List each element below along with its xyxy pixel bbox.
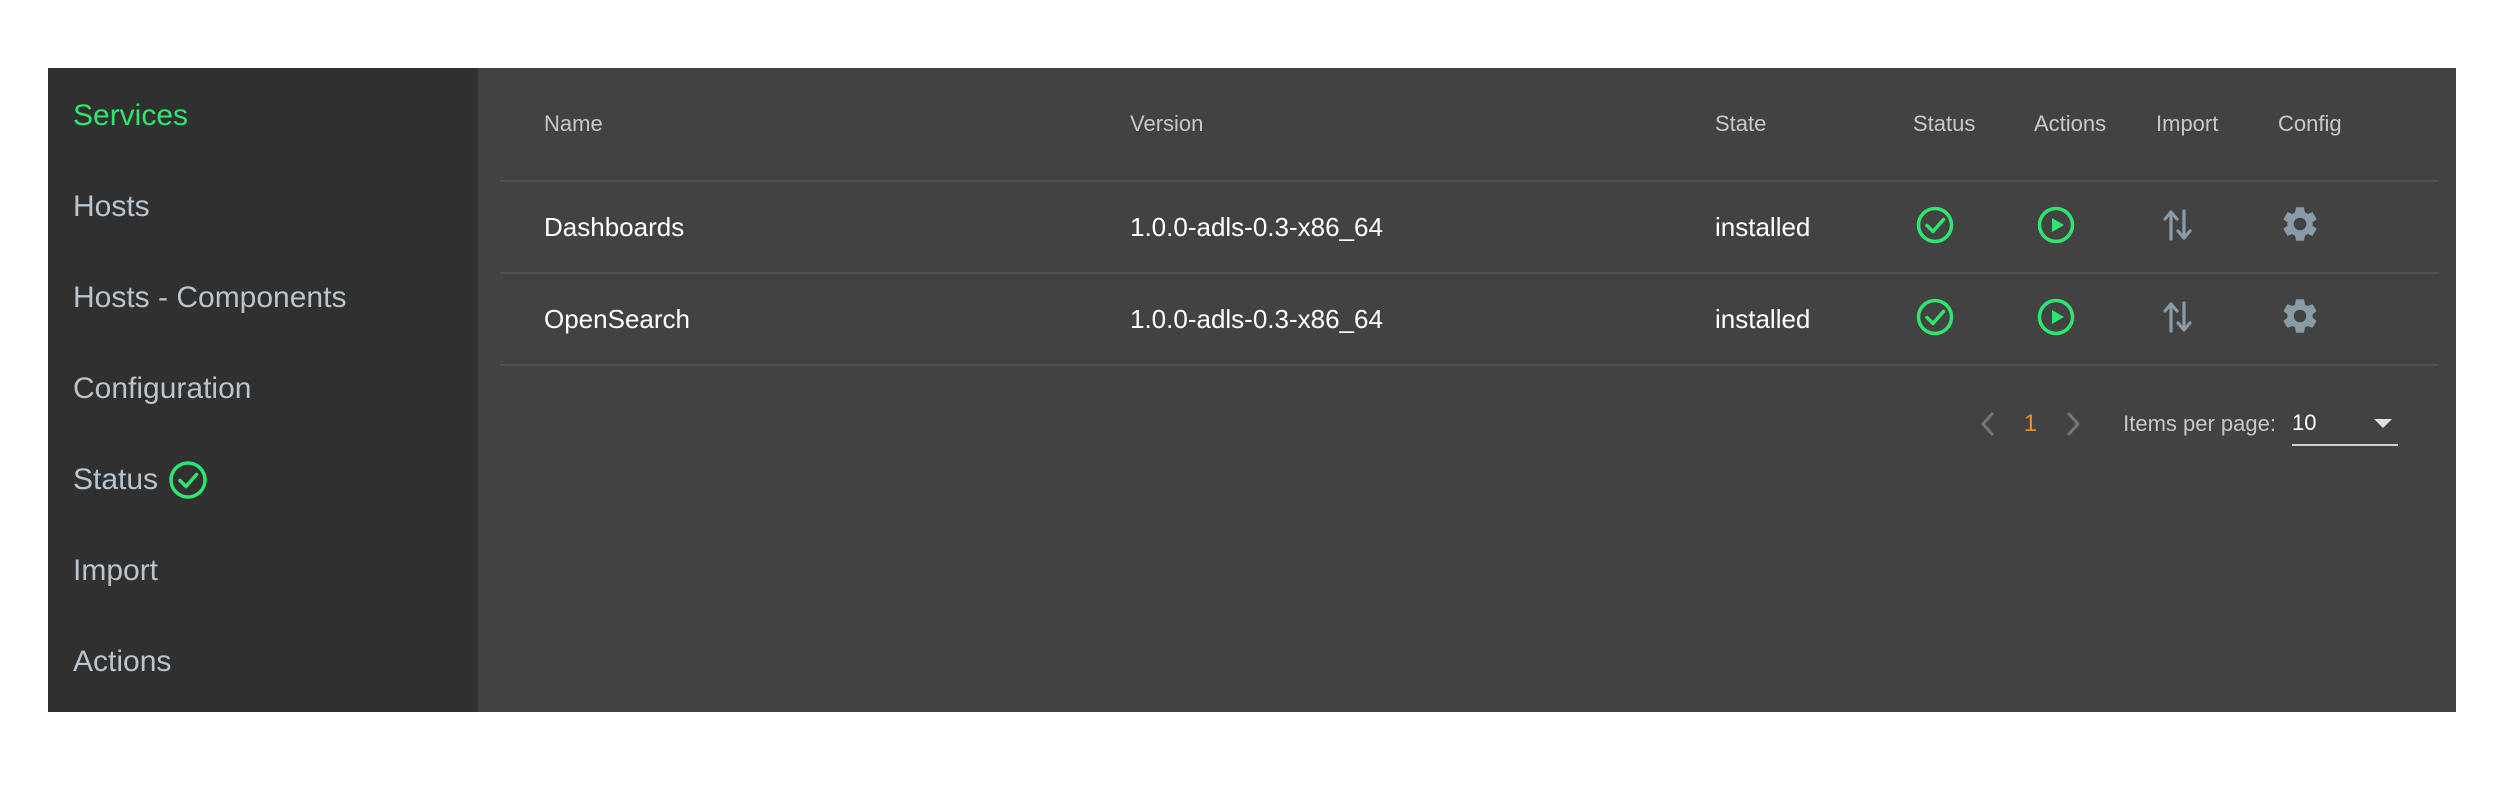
sidebar: Services Hosts Hosts - Components Config… [48,68,478,712]
status-cell [1913,273,2034,366]
services-panel: Name Version State Status Actions Import… [478,68,2456,712]
config-cell [2278,273,2438,366]
check-circle-icon [168,460,208,500]
column-header-version[interactable]: Version [1130,68,1715,182]
service-name: Dashboards [500,181,1130,274]
status-cell [1913,181,2034,274]
column-header-status: Status [1913,68,2034,182]
previous-page-button[interactable] [1966,402,2010,446]
play-circle-icon[interactable] [2034,203,2078,247]
dropdown-caret-icon [2374,418,2392,428]
table-header-row: Name Version State Status Actions Import… [500,68,2438,182]
sidebar-item-configuration[interactable]: Configuration [48,343,478,434]
sidebar-item-actions[interactable]: Actions [48,616,478,707]
sidebar-item-label: Hosts - Components [73,280,347,314]
table-row: Dashboards 1.0.0-adls-0.3-x86_64 install… [500,181,2438,274]
actions-cell [2034,273,2156,366]
services-table: Name Version State Status Actions Import… [500,68,2438,366]
sidebar-item-hosts[interactable]: Hosts [48,161,478,252]
sidebar-item-label: Status [73,462,159,496]
status-ok-icon[interactable] [1913,203,1957,247]
current-page-number[interactable]: 1 [2024,410,2037,438]
column-header-name[interactable]: Name [500,68,1130,182]
sidebar-item-hosts-components[interactable]: Hosts - Components [48,252,478,343]
app-window: Services Hosts Hosts - Components Config… [48,68,2456,712]
service-version: 1.0.0-adls-0.3-x86_64 [1130,181,1715,274]
service-state: installed [1715,273,1913,366]
column-header-config: Config [2278,68,2438,182]
sidebar-item-services[interactable]: Services [48,70,478,161]
column-header-state[interactable]: State [1715,68,1913,182]
status-ok-icon[interactable] [1913,295,1957,339]
items-per-page-label: Items per page: [2123,411,2276,436]
service-version: 1.0.0-adls-0.3-x86_64 [1130,273,1715,366]
import-cell [2156,181,2278,274]
paginator: 1 Items per page: 10 [1966,398,2398,450]
sidebar-item-label: Services [73,98,189,132]
import-cell [2156,273,2278,366]
column-header-import: Import [2156,68,2278,182]
sidebar-item-label: Hosts [73,189,150,223]
service-name: OpenSearch [500,273,1130,366]
import-arrows-icon[interactable] [2156,295,2200,339]
items-per-page-select[interactable]: 10 [2292,402,2398,446]
sidebar-item-label: Configuration [73,371,252,405]
table-row: OpenSearch 1.0.0-adls-0.3-x86_64 install… [500,273,2438,366]
column-header-actions: Actions [2034,68,2156,182]
service-state: installed [1715,181,1913,274]
actions-cell [2034,181,2156,274]
gear-icon[interactable] [2278,202,2322,246]
chevron-right-icon [2067,412,2080,436]
sidebar-item-label: Import [73,553,159,587]
chevron-left-icon [1981,412,1994,436]
sidebar-item-import[interactable]: Import [48,525,478,616]
next-page-button[interactable] [2051,402,2095,446]
sidebar-item-status[interactable]: Status [48,434,478,525]
play-circle-icon[interactable] [2034,295,2078,339]
sidebar-item-label: Actions [73,644,172,678]
config-cell [2278,181,2438,274]
gear-icon[interactable] [2278,294,2322,338]
items-per-page-value: 10 [2292,410,2317,435]
import-arrows-icon[interactable] [2156,203,2200,247]
